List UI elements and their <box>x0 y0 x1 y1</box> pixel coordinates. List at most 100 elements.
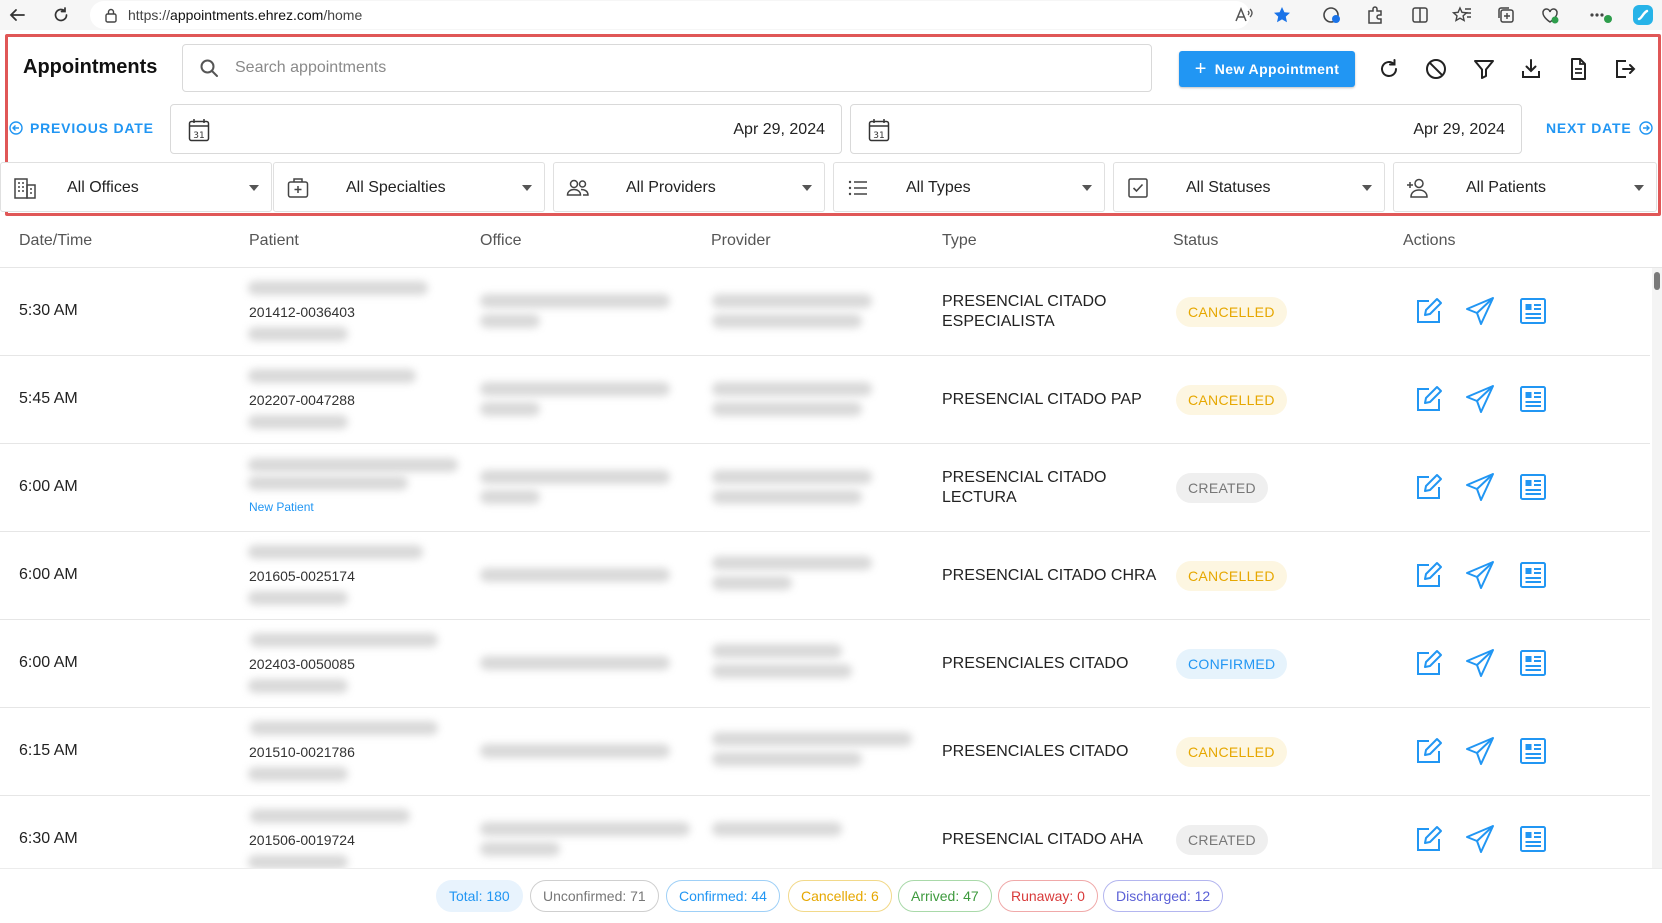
send-icon[interactable] <box>1465 648 1495 678</box>
statuses-filter[interactable]: All Statuses <box>1113 162 1385 212</box>
shield-icon[interactable] <box>1322 5 1342 25</box>
end-date-picker[interactable]: 31 Apr 29, 2024 <box>850 104 1522 154</box>
next-date-link[interactable]: NEXT DATE <box>1546 120 1653 136</box>
redacted-provider <box>712 822 842 836</box>
send-icon[interactable] <box>1465 824 1495 854</box>
table-row[interactable]: 6:15 AM 201510-0021786 PRESENCIALES CITA… <box>0 708 1650 796</box>
column-office[interactable]: Office <box>480 232 522 250</box>
copilot-icon[interactable] <box>1631 3 1655 27</box>
summary-cancelled[interactable]: Cancelled: 6 <box>788 880 892 912</box>
redacted-provider <box>712 732 912 746</box>
lock-icon[interactable] <box>104 7 118 23</box>
list-icon <box>846 176 870 200</box>
appointment-type: PRESENCIAL CITADO PAP <box>942 391 1142 408</box>
previous-date-label: PREVIOUS DATE <box>30 120 154 136</box>
specialties-filter-label: All Specialties <box>346 179 446 196</box>
details-icon[interactable] <box>1518 472 1548 502</box>
offices-filter[interactable]: All Offices <box>0 162 272 212</box>
redacted-provider <box>712 382 872 396</box>
details-icon[interactable] <box>1518 384 1548 414</box>
more-icon[interactable] <box>1588 5 1614 25</box>
column-patient[interactable]: Patient <box>249 232 299 250</box>
logout-icon[interactable] <box>1612 56 1638 82</box>
reload-icon[interactable] <box>51 5 71 25</box>
collections-icon[interactable] <box>1496 5 1516 25</box>
edit-icon[interactable] <box>1413 560 1443 590</box>
download-icon[interactable] <box>1518 56 1544 82</box>
specialties-filter[interactable]: All Specialties <box>273 162 545 212</box>
send-icon[interactable] <box>1465 296 1495 326</box>
send-icon[interactable] <box>1465 472 1495 502</box>
filter-icon[interactable] <box>1471 56 1497 82</box>
extensions-icon[interactable] <box>1365 5 1385 25</box>
column-status[interactable]: Status <box>1173 232 1218 250</box>
redacted-office <box>480 822 690 836</box>
send-icon[interactable] <box>1465 560 1495 590</box>
column-provider[interactable]: Provider <box>711 232 771 250</box>
send-icon[interactable] <box>1465 384 1495 414</box>
summary-total[interactable]: Total: 180 <box>436 880 523 912</box>
redacted-patient-name <box>250 721 438 735</box>
edit-icon[interactable] <box>1413 736 1443 766</box>
search-input[interactable] <box>235 59 1135 77</box>
split-screen-icon[interactable] <box>1410 5 1430 25</box>
patients-filter[interactable]: All Patients <box>1393 162 1657 212</box>
send-icon[interactable] <box>1465 736 1495 766</box>
redacted-office-detail <box>480 842 560 856</box>
summary-confirmed[interactable]: Confirmed: 44 <box>666 880 780 912</box>
edit-icon[interactable] <box>1413 296 1443 326</box>
redacted-patient-name <box>248 458 458 472</box>
edit-icon[interactable] <box>1413 472 1443 502</box>
favorites-icon[interactable] <box>1452 5 1472 25</box>
table-row[interactable]: 5:45 AM 202207-0047288 PRESENCIAL CITADO… <box>0 356 1650 444</box>
table-row[interactable]: 5:30 AM 201412-0036403 PRESENCIAL CITADO… <box>0 268 1650 356</box>
back-icon[interactable] <box>7 5 27 25</box>
summary-arrived[interactable]: Arrived: 47 <box>898 880 992 912</box>
edit-icon[interactable] <box>1413 824 1443 854</box>
details-icon[interactable] <box>1518 296 1548 326</box>
details-icon[interactable] <box>1518 560 1548 590</box>
table-row[interactable]: 6:30 AM 201506-0019724 PRESENCIAL CITADO… <box>0 796 1650 868</box>
previous-date-link[interactable]: PREVIOUS DATE <box>9 120 154 136</box>
start-date-picker[interactable]: 31 Apr 29, 2024 <box>170 104 842 154</box>
favorite-star-icon[interactable] <box>1272 5 1292 25</box>
appointment-time: 6:15 AM <box>19 742 78 759</box>
calendar-day: 31 <box>193 131 204 141</box>
patient-id: 201510-0021786 <box>249 744 355 760</box>
types-filter-label: All Types <box>906 179 971 196</box>
details-icon[interactable] <box>1518 824 1548 854</box>
details-icon[interactable] <box>1518 648 1548 678</box>
scrollbar-thumb[interactable] <box>1654 272 1660 290</box>
appointment-type: PRESENCIAL CITADO LECTURA <box>942 469 1107 506</box>
refresh-icon[interactable] <box>1376 56 1402 82</box>
providers-filter[interactable]: All Providers <box>553 162 825 212</box>
table-row[interactable]: 6:00 AM New Patient PRESENCIAL CITADO LE… <box>0 444 1650 532</box>
column-datetime[interactable]: Date/Time <box>19 232 92 250</box>
redacted-patient-detail <box>248 855 348 868</box>
health-icon[interactable] <box>1540 5 1560 25</box>
summary-discharged[interactable]: Discharged: 12 <box>1103 880 1224 912</box>
summary-runaway[interactable]: Runaway: 0 <box>998 880 1098 912</box>
table-scrollbar[interactable] <box>1652 268 1662 868</box>
edit-icon[interactable] <box>1413 384 1443 414</box>
patient-id: 201412-0036403 <box>249 304 355 320</box>
new-appointment-button[interactable]: + New Appointment <box>1179 51 1355 87</box>
checkbox-icon <box>1126 176 1150 200</box>
search-box[interactable] <box>182 44 1152 92</box>
table-row[interactable]: 6:00 AM 202403-0050085 PRESENCIALES CITA… <box>0 620 1650 708</box>
edit-icon[interactable] <box>1413 648 1443 678</box>
table-row[interactable]: 6:00 AM 201605-0025174 PRESENCIAL CITADO… <box>0 532 1650 620</box>
block-icon[interactable] <box>1423 56 1449 82</box>
details-icon[interactable] <box>1518 736 1548 766</box>
types-filter[interactable]: All Types <box>833 162 1105 212</box>
users-icon <box>566 176 590 200</box>
summary-unconfirmed[interactable]: Unconfirmed: 71 <box>530 880 659 912</box>
appointments-table: 5:30 AM 201412-0036403 PRESENCIAL CITADO… <box>0 268 1650 868</box>
column-type[interactable]: Type <box>942 232 977 250</box>
read-aloud-icon[interactable] <box>1234 5 1254 25</box>
redacted-provider-detail <box>712 664 852 678</box>
calendar-day: 31 <box>873 131 884 141</box>
providers-filter-label: All Providers <box>626 179 716 196</box>
document-icon[interactable] <box>1565 56 1591 82</box>
address-bar[interactable]: https://appointments.ehrez.com/home <box>90 1 1250 29</box>
